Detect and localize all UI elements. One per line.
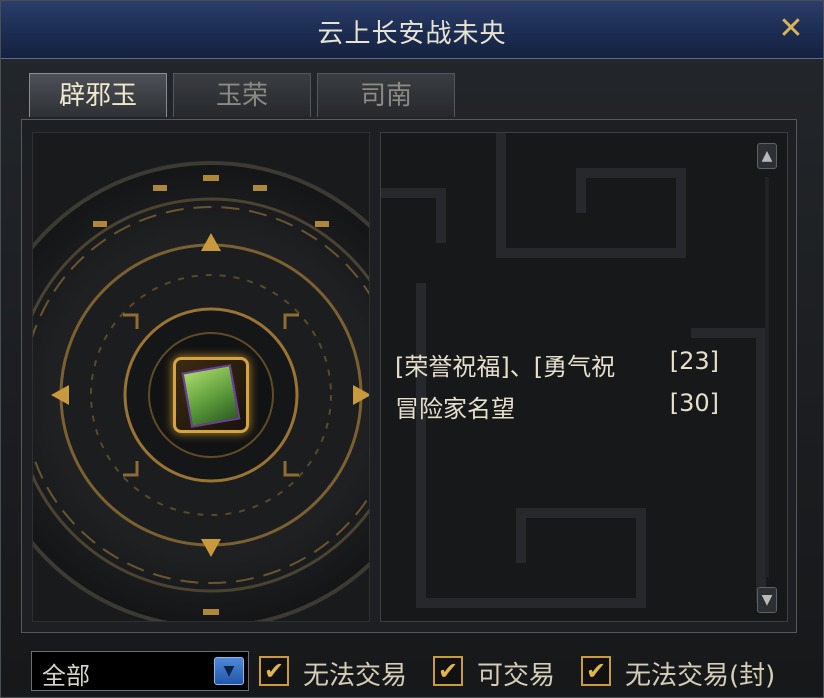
list-item[interactable]: [荣誉祝福]、[勇气祝 [23] — [395, 347, 719, 381]
checkbox-label: 无法交易(封) — [625, 661, 776, 691]
content-panel: ▲ ▼ [荣誉祝福]、[勇气祝 [23] 冒险家名望 [30] — [21, 119, 797, 633]
dropdown-selected-value: 全部 — [42, 662, 90, 690]
scrollbar-track[interactable] — [765, 177, 769, 577]
green-card-item-icon — [181, 364, 241, 428]
reward-list-panel: ▲ ▼ [荣誉祝福]、[勇气祝 [23] 冒险家名望 [30] — [380, 132, 788, 622]
reward-level: [30] — [669, 389, 719, 417]
chevron-down-icon[interactable]: ▼ — [214, 657, 244, 685]
close-icon[interactable]: ✕ — [773, 9, 809, 49]
filter-bar: 全部 ▼ ✔ 无法交易 ✔ 可交易 ✔ 无法交易(封) — [21, 641, 811, 693]
checkbox-label: 无法交易 — [303, 661, 408, 691]
window-title: 云上长安战未央 — [317, 19, 507, 49]
reward-name: [荣誉祝福]、[勇气祝 — [395, 353, 616, 381]
jade-disc-panel — [32, 132, 370, 622]
reward-level: [23] — [669, 347, 719, 375]
window: 云上长安战未央 ✕ 辟邪玉 玉荣 司南 ▲ ▼ [荣誉祝福]、[勇气祝 [23]… — [0, 0, 824, 698]
scroll-down-button[interactable]: ▼ — [757, 587, 777, 613]
checkbox-box[interactable]: ✔ — [259, 656, 289, 686]
scroll-up-button[interactable]: ▲ — [757, 143, 777, 169]
title-bar[interactable]: 云上长安战未央 ✕ — [1, 1, 823, 59]
reward-name: 冒险家名望 — [395, 395, 515, 423]
tab-bixieyu[interactable]: 辟邪玉 — [29, 73, 167, 117]
checkbox-box[interactable]: ✔ — [433, 656, 463, 686]
checkbox-box[interactable]: ✔ — [581, 656, 611, 686]
trade-filter-dropdown[interactable]: 全部 ▼ — [31, 651, 249, 691]
list-item[interactable]: 冒险家名望 [30] — [395, 389, 719, 423]
tab-yurong[interactable]: 玉荣 — [173, 73, 311, 117]
equipped-item-slot[interactable] — [173, 357, 249, 433]
checkbox-label: 可交易 — [477, 661, 556, 691]
tab-sinan[interactable]: 司南 — [317, 73, 455, 117]
